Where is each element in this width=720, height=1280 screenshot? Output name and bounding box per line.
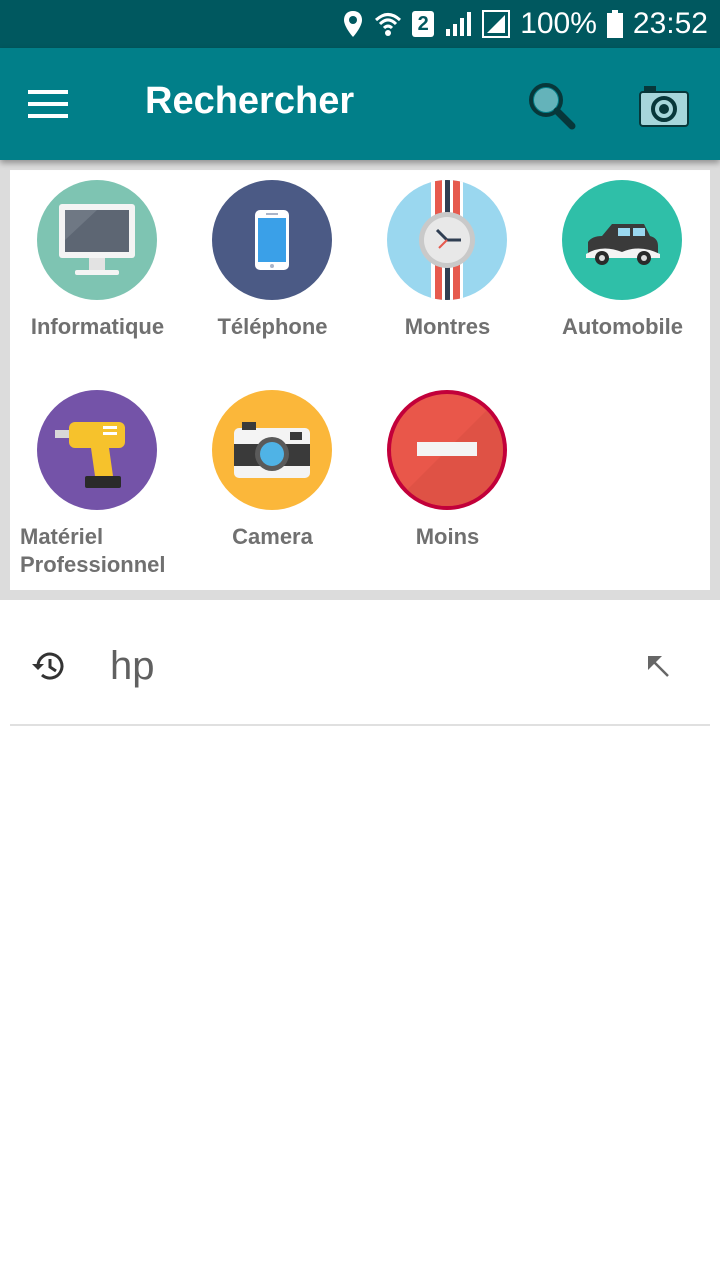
app-bar: Rechercher [0, 48, 720, 160]
location-icon [344, 11, 363, 37]
category-materiel-professionnel[interactable]: Matériel Professionnel [10, 380, 185, 590]
menu-button[interactable] [20, 78, 76, 130]
history-item[interactable]: hp [10, 600, 710, 726]
category-montres[interactable]: Montres [360, 170, 535, 380]
category-telephone[interactable]: Téléphone [185, 170, 360, 380]
sim-2-icon: 2 [412, 11, 435, 37]
categories-grid: Informatique Téléphone Montres Automobil… [10, 170, 710, 590]
category-label: Camera [232, 524, 313, 549]
category-informatique[interactable]: Informatique [10, 170, 185, 380]
category-moins[interactable]: Moins [360, 380, 535, 590]
battery-percent: 100% [520, 7, 597, 40]
minus-icon [387, 390, 507, 510]
category-label: Automobile [562, 314, 683, 339]
battery-icon [606, 10, 623, 38]
category-label: Matériel Professionnel [20, 524, 166, 577]
category-label: Moins [415, 524, 480, 549]
category-label: Téléphone [217, 314, 328, 339]
category-label: Montres [404, 314, 491, 339]
category-camera[interactable]: Camera [185, 380, 360, 590]
drill-icon [37, 390, 157, 510]
signal-icon [446, 12, 472, 36]
phone-icon [212, 180, 332, 300]
clock: 23:52 [632, 7, 708, 40]
history-icon [32, 652, 64, 680]
sim-slot-label: 2 [417, 13, 429, 35]
camera-icon [639, 86, 689, 127]
menu-icon [28, 90, 68, 118]
category-label: Informatique [30, 314, 165, 339]
arrow-up-left-icon[interactable] [644, 652, 674, 682]
computer-icon [37, 180, 157, 300]
signal-icon [482, 10, 511, 38]
camera-icon [212, 390, 332, 510]
categories-panel: Informatique Téléphone Montres Automobil… [0, 160, 720, 600]
search-button[interactable] [522, 76, 582, 136]
car-icon [562, 180, 682, 300]
wifi-icon [375, 13, 402, 36]
search-icon [529, 83, 576, 130]
history-query: hp [110, 644, 155, 688]
camera-button[interactable] [634, 76, 694, 136]
category-automobile[interactable]: Automobile [535, 170, 710, 380]
page-title: Rechercher [145, 80, 355, 122]
watch-icon [387, 180, 507, 300]
status-bar: 2 100% 23:52 [0, 0, 720, 48]
